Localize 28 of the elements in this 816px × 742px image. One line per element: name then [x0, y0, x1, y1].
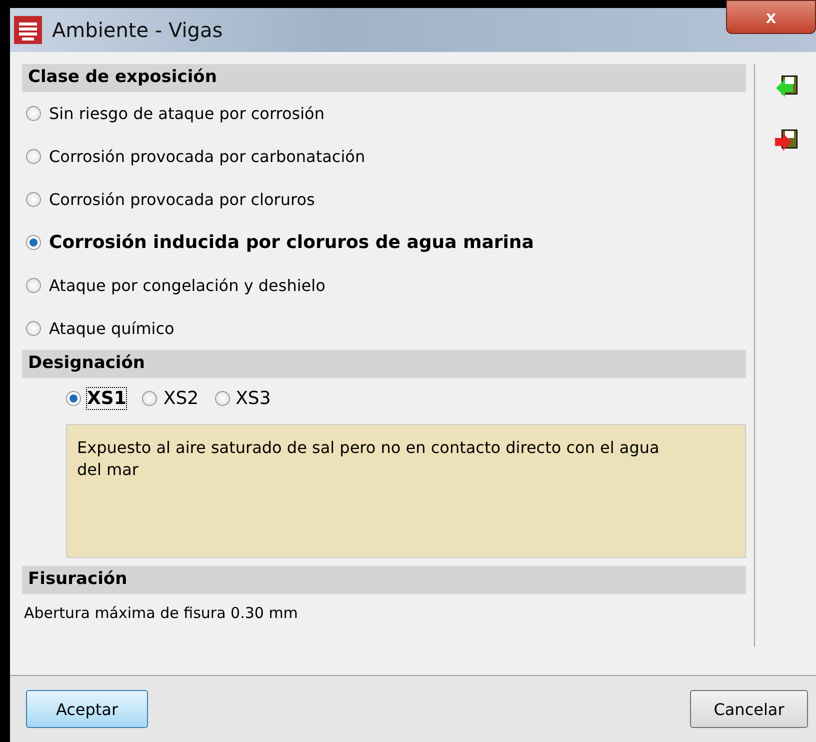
radio-label[interactable]: XS2 — [163, 388, 199, 408]
radio-button[interactable] — [26, 192, 41, 207]
window-title: Ambiente - Vigas — [52, 18, 223, 42]
section-header: Clase de exposición — [22, 64, 746, 92]
section-header: Designación — [22, 350, 746, 378]
cancel-button[interactable]: Cancelar — [690, 690, 808, 728]
radio-option[interactable]: Ataque por congelación y deshielo — [22, 264, 746, 307]
crack-width-text: Abertura máxima de fisura 0.30 mm — [23, 603, 299, 622]
accept-button[interactable]: Aceptar — [26, 690, 148, 728]
radio-button[interactable] — [142, 390, 158, 406]
radio-button[interactable] — [26, 321, 41, 336]
radio-label[interactable]: XS1 — [87, 388, 126, 408]
section-header: Fisuración — [22, 566, 746, 594]
radio-label[interactable]: XS3 — [236, 388, 271, 408]
radio-option[interactable]: Ataque químico — [22, 307, 746, 350]
description-box: Expuesto al aire saturado de sal pero no en contacto directo con el agua del mar — [66, 424, 746, 558]
radio-button[interactable] — [66, 390, 81, 406]
radio-button[interactable] — [214, 390, 230, 406]
radio-option[interactable]: Corrosión inducida por cloruros de agua marina — [22, 221, 746, 264]
radio-option[interactable]: Sin riesgo de ataque por corrosión — [22, 92, 746, 135]
app-icon — [14, 16, 42, 44]
radio-button[interactable] — [26, 149, 41, 164]
close-button[interactable]: x — [726, 0, 816, 34]
radio-button[interactable] — [26, 278, 41, 293]
radio-option[interactable]: Corrosión provocada por cloruros — [22, 178, 746, 221]
radio-option[interactable]: Corrosión provocada por carbonatación — [22, 135, 746, 178]
radio-button[interactable] — [26, 106, 41, 121]
radio-button[interactable] — [26, 235, 41, 250]
